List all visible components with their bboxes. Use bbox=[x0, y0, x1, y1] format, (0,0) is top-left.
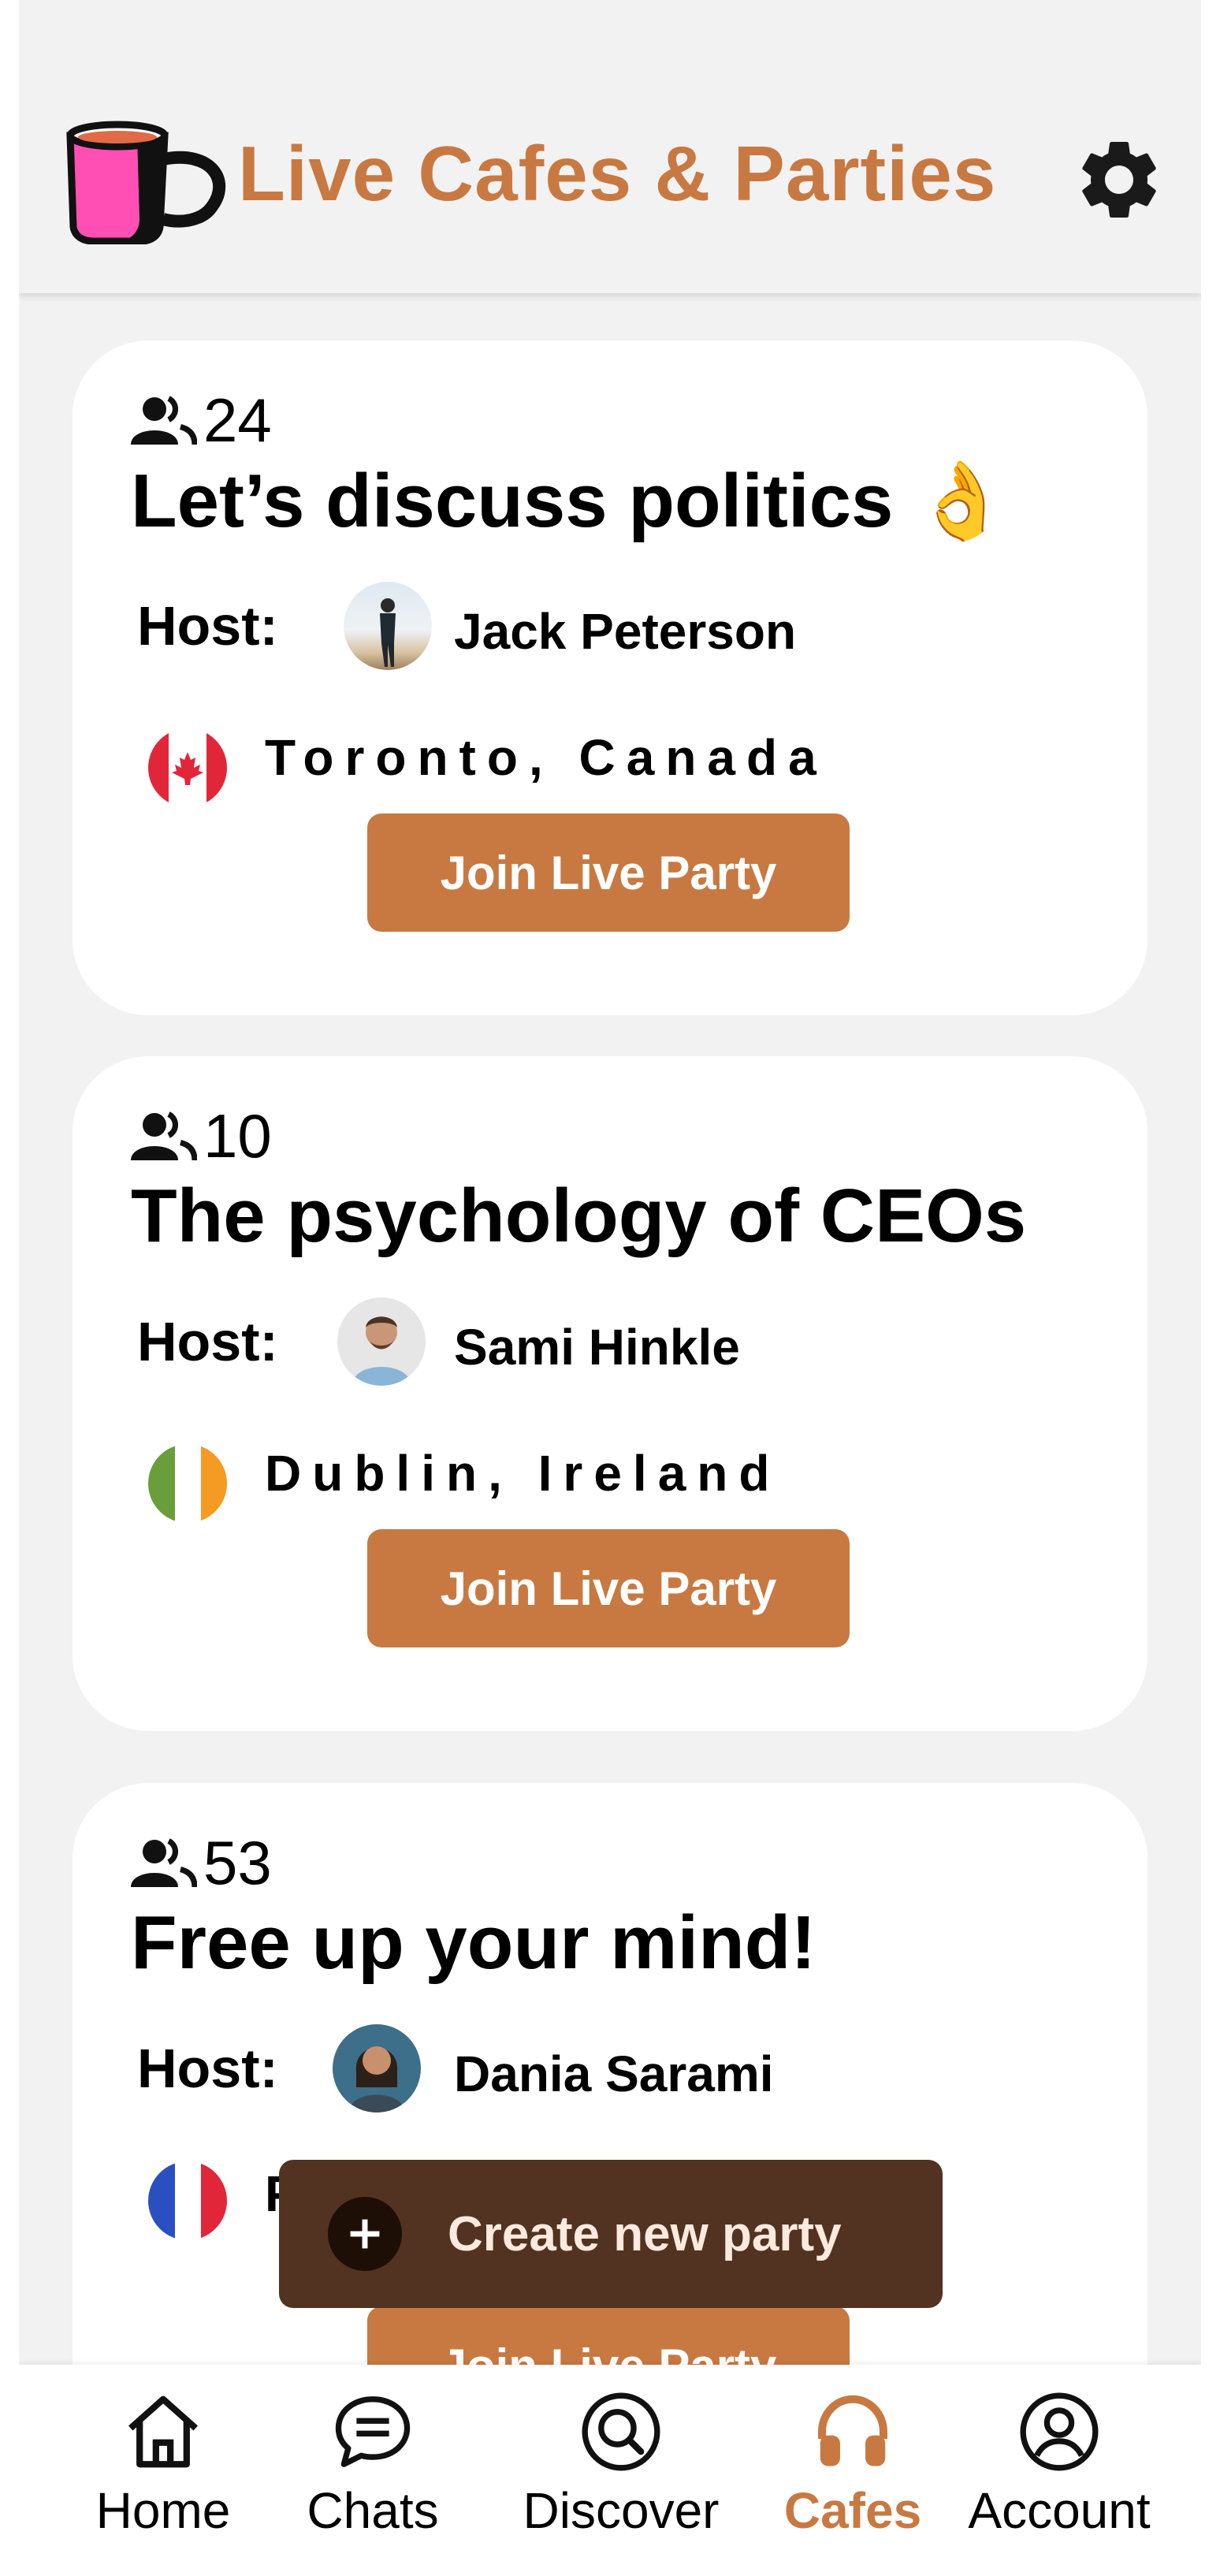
host-name[interactable]: Dania Sarami bbox=[454, 2045, 774, 2103]
host-photo bbox=[380, 598, 396, 667]
chat-bubble-icon bbox=[335, 2396, 411, 2467]
party-title: The psychology of CEOs bbox=[131, 1174, 1027, 1258]
participant-count: 24 bbox=[203, 385, 272, 455]
nav-label: Chats bbox=[307, 2482, 439, 2539]
location-text: Toronto, Canada bbox=[265, 729, 828, 786]
nav-item-cafes[interactable]: Cafes bbox=[750, 2388, 955, 2540]
gear-icon[interactable] bbox=[1072, 132, 1166, 227]
people-icon bbox=[131, 1837, 197, 1887]
bottom-navigation: Home Chats Discover Cafes Account bbox=[19, 2365, 1201, 2576]
home-icon bbox=[128, 2395, 198, 2468]
plus-icon bbox=[328, 2197, 402, 2271]
party-card[interactable]: 24 Let’s discuss politics 👌 Host: Jack P… bbox=[73, 341, 1147, 1015]
host-label: Host: bbox=[137, 1311, 278, 1372]
account-icon bbox=[1020, 2392, 1099, 2471]
participant-count-row: 53 bbox=[131, 1827, 272, 1899]
app-title: Live Cafes & Parties bbox=[238, 130, 997, 217]
canada-flag-icon bbox=[148, 728, 227, 807]
party-card[interactable]: 53 Free up your mind! Host: Dania Sarami… bbox=[73, 1783, 1147, 2458]
party-title: Let’s discuss politics 👌 bbox=[131, 459, 1009, 543]
ireland-flag-icon bbox=[148, 1444, 227, 1523]
coffee-mug-icon bbox=[66, 121, 226, 244]
avatar[interactable] bbox=[337, 1297, 426, 1386]
people-icon bbox=[131, 1111, 197, 1160]
nav-label: Cafes bbox=[783, 2482, 922, 2539]
create-new-party-label: Create new party bbox=[448, 2206, 842, 2261]
nav-item-account[interactable]: Account bbox=[949, 2388, 1170, 2540]
party-card[interactable]: 10 The psychology of CEOs Host: Sami Hin… bbox=[73, 1056, 1147, 1731]
nav-item-discover[interactable]: Discover bbox=[495, 2388, 747, 2540]
app-screen: Live Cafes & Parties 24 Let’s discuss po… bbox=[19, 0, 1201, 2576]
nav-item-chats[interactable]: Chats bbox=[282, 2388, 463, 2540]
headphones-icon bbox=[818, 2395, 887, 2466]
participant-count-row: 10 bbox=[131, 1100, 272, 1172]
location-text: Dublin, Ireland bbox=[265, 1445, 781, 1502]
avatar[interactable] bbox=[344, 582, 432, 670]
host-photo bbox=[351, 1316, 411, 1386]
people-icon bbox=[131, 395, 197, 445]
nav-label: Discover bbox=[523, 2482, 720, 2539]
join-live-party-button[interactable]: Join Live Party bbox=[367, 813, 850, 932]
nav-label: Home bbox=[95, 2482, 231, 2539]
party-title: Free up your mind! bbox=[131, 1900, 816, 1985]
host-label: Host: bbox=[137, 2038, 278, 2099]
france-flag-icon bbox=[148, 2161, 227, 2240]
nav-label: Account bbox=[968, 2482, 1151, 2539]
host-name[interactable]: Jack Peterson bbox=[454, 602, 796, 661]
host-label: Host: bbox=[137, 595, 278, 657]
create-new-party-button[interactable]: Create new party bbox=[279, 2160, 943, 2308]
participant-count: 10 bbox=[203, 1101, 272, 1171]
avatar[interactable] bbox=[333, 2024, 421, 2113]
participant-count-row: 24 bbox=[131, 385, 272, 456]
join-live-party-button[interactable]: Join Live Party bbox=[367, 1529, 850, 1647]
nav-item-home[interactable]: Home bbox=[73, 2388, 254, 2540]
participant-count: 53 bbox=[203, 1828, 272, 1897]
search-icon bbox=[582, 2392, 660, 2471]
app-header: Live Cafes & Parties bbox=[19, 0, 1201, 293]
host-name[interactable]: Sami Hinkle bbox=[454, 1318, 740, 1376]
host-photo bbox=[348, 2046, 405, 2113]
